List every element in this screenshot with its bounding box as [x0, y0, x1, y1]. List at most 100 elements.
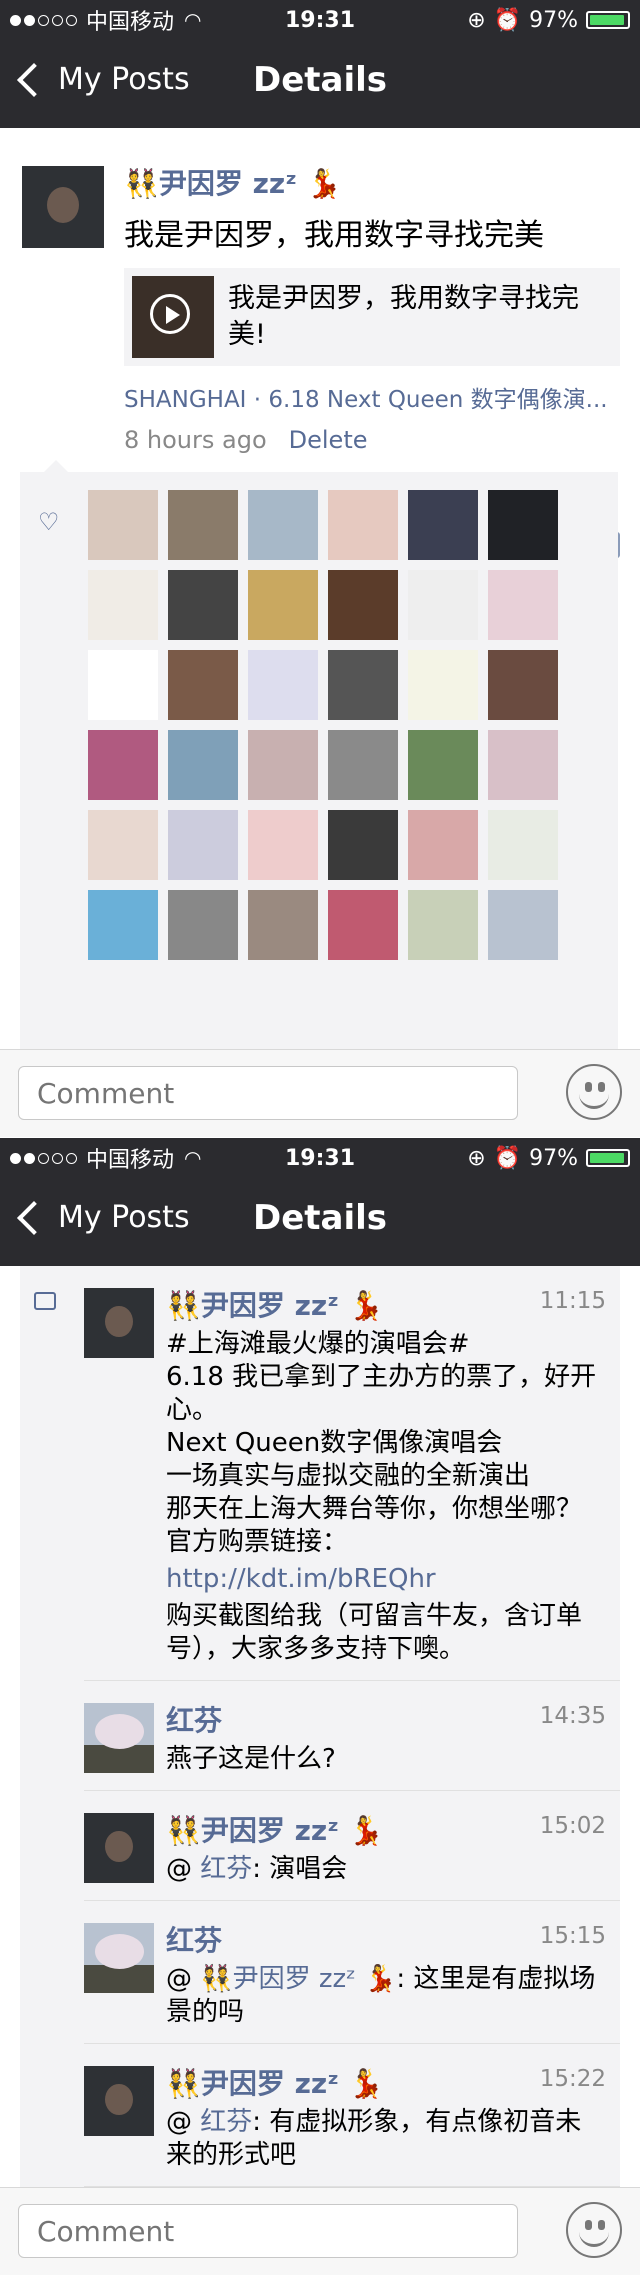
- liker-avatar[interactable]: [408, 890, 478, 960]
- avatar[interactable]: [84, 1923, 154, 1993]
- liker-avatar[interactable]: [88, 730, 158, 800]
- liker-avatar[interactable]: [488, 570, 558, 640]
- comment-author[interactable]: 红芬: [166, 1919, 222, 1959]
- comment-author[interactable]: 红芬: [166, 1699, 222, 1739]
- carrier-label: 中国移动: [86, 10, 175, 35]
- signal-dot: [10, 1152, 21, 1164]
- avatar[interactable]: [84, 1288, 154, 1358]
- smiley-icon: [598, 1082, 605, 1092]
- location-link[interactable]: SHANGHAI · 6.18 Next Queen 数字偶像演...: [124, 380, 620, 414]
- liker-avatar[interactable]: [488, 890, 558, 960]
- wifi-icon: ◠: [184, 1146, 202, 1170]
- liker-avatar[interactable]: [488, 490, 558, 560]
- liker-avatar[interactable]: [328, 570, 398, 640]
- comment-author[interactable]: 👯尹因罗 zzᶻ 💃: [166, 1809, 384, 1849]
- emoji-button[interactable]: [566, 2202, 622, 2258]
- clock: 19:31: [284, 7, 356, 33]
- liker-avatar[interactable]: [248, 570, 318, 640]
- liker-avatar[interactable]: [168, 490, 238, 560]
- liker-avatar[interactable]: [248, 890, 318, 960]
- comment-author[interactable]: 👯尹因罗 zzᶻ 💃: [166, 2062, 384, 2102]
- comment-item[interactable]: 👯尹因罗 zzᶻ 💃 15:02 @ 红芬: 演唱会: [84, 1791, 620, 1901]
- comment-text: #上海滩最火爆的演唱会# 6.18 我已拿到了主办方的票了，好开心。 Next …: [166, 1329, 597, 1557]
- liker-avatar[interactable]: [88, 650, 158, 720]
- comments-panel: 👯尹因罗 zzᶻ 💃 11:15 #上海滩最火爆的演唱会# 6.18 我已拿到了…: [20, 1266, 620, 2187]
- screen-comments: 中国移动 ◠ 19:31 ⊕ ⏰ 97% My Posts Details 👯尹…: [0, 1138, 640, 2275]
- liker-avatar[interactable]: [328, 490, 398, 560]
- battery-icon: [586, 1149, 631, 1167]
- comment-bar: [0, 1049, 640, 1137]
- reply-mention[interactable]: 👯尹因罗 zzᶻ 💃: [200, 1964, 396, 1994]
- comment-input[interactable]: [18, 1066, 518, 1120]
- post-username[interactable]: 👯尹因罗 zzᶻ 💃: [124, 162, 620, 202]
- comment-text: @ 红芬: 有虚拟形象，有点像初音未来的形式吧: [166, 2106, 606, 2172]
- liker-avatar[interactable]: [408, 490, 478, 560]
- liker-avatar[interactable]: [88, 890, 158, 960]
- comment-time: 14:35: [539, 1703, 606, 1729]
- reply-mention[interactable]: 红芬: [200, 1854, 252, 1884]
- shared-link-card[interactable]: 我是尹因罗，我用数字寻找完美!: [124, 268, 620, 366]
- comment-input[interactable]: [18, 2204, 518, 2258]
- liker-avatar[interactable]: [328, 730, 398, 800]
- liker-avatar[interactable]: [408, 810, 478, 880]
- liker-avatar[interactable]: [328, 810, 398, 880]
- liker-avatar[interactable]: [328, 650, 398, 720]
- liker-avatar[interactable]: [168, 650, 238, 720]
- liker-avatar[interactable]: [88, 570, 158, 640]
- avatar[interactable]: [84, 2066, 154, 2136]
- video-thumbnail: [132, 276, 214, 358]
- comment-item[interactable]: 红芬 15:15 @ 👯尹因罗 zzᶻ 💃: 这里是有虚拟场景的吗: [84, 1901, 620, 2044]
- liker-avatar[interactable]: [168, 730, 238, 800]
- comment-item[interactable]: 红芬 14:35 燕子这是什么?: [84, 1681, 620, 1791]
- page-title: Details: [252, 60, 388, 100]
- signal-dot: [52, 1152, 63, 1164]
- heart-icon: ♡: [38, 508, 60, 536]
- reply-mention[interactable]: 红芬: [200, 2107, 252, 2137]
- liker-avatar[interactable]: [328, 890, 398, 960]
- liker-avatar[interactable]: [168, 570, 238, 640]
- smiley-icon: [598, 2220, 605, 2230]
- comment-text: 燕子这是什么?: [166, 1743, 606, 1776]
- liker-avatar[interactable]: [88, 810, 158, 880]
- screen-post-details: 中国移动 ◠ 19:31 ⊕ ⏰ 97% My Posts Details 👯尹…: [0, 0, 640, 1137]
- comment-author[interactable]: 👯尹因罗 zzᶻ 💃: [166, 1284, 384, 1324]
- liker-avatar[interactable]: [408, 650, 478, 720]
- navigation-bar: My Posts Details: [0, 1178, 640, 1266]
- liker-avatar[interactable]: [488, 650, 558, 720]
- liker-avatar[interactable]: [408, 730, 478, 800]
- ticket-link[interactable]: http://kdt.im/bREQhr: [166, 1563, 606, 1596]
- comment-icon: [34, 1292, 56, 1310]
- smiley-icon: [579, 2230, 609, 2247]
- avatar[interactable]: [84, 1703, 154, 1773]
- signal-dot: [24, 1152, 35, 1164]
- comment-item[interactable]: 👯尹因罗 zzᶻ 💃 15:22 @ 红芬: 有虚拟形象，有点像初音未来的形式吧: [84, 2044, 620, 2187]
- avatar[interactable]: [84, 1813, 154, 1883]
- liker-avatar[interactable]: [248, 490, 318, 560]
- liker-avatar[interactable]: [88, 490, 158, 560]
- liker-avatar[interactable]: [408, 570, 478, 640]
- comment-time: 15:22: [539, 2066, 606, 2092]
- delete-button[interactable]: Delete: [289, 426, 368, 454]
- liker-avatar-grid: [88, 490, 558, 960]
- battery-percent: 97%: [529, 1145, 579, 1171]
- comment-text: @ 红芬: 演唱会: [166, 1853, 606, 1886]
- battery-icon: [586, 11, 631, 29]
- liker-avatar[interactable]: [248, 650, 318, 720]
- play-icon: [150, 294, 190, 334]
- comment-main[interactable]: 👯尹因罗 zzᶻ 💃 11:15 #上海滩最火爆的演唱会# 6.18 我已拿到了…: [84, 1266, 620, 1681]
- signal-dot: [24, 14, 35, 26]
- liker-avatar[interactable]: [248, 730, 318, 800]
- smiley-icon: [585, 1082, 592, 1092]
- link-title: 我是尹因罗，我用数字寻找完美!: [228, 283, 579, 350]
- liker-avatar[interactable]: [248, 810, 318, 880]
- liker-avatar[interactable]: [168, 810, 238, 880]
- liker-avatar[interactable]: [168, 890, 238, 960]
- emoji-button[interactable]: [566, 1064, 622, 1120]
- liker-avatar[interactable]: [488, 730, 558, 800]
- liker-avatar[interactable]: [488, 810, 558, 880]
- avatar[interactable]: [22, 166, 104, 248]
- smiley-icon: [579, 1092, 609, 1109]
- status-bar: 中国移动 ◠ 19:31 ⊕ ⏰ 97%: [0, 1138, 640, 1178]
- post-text: 我是尹因罗，我用数字寻找完美: [124, 218, 544, 253]
- likes-panel: ♡: [20, 460, 618, 1052]
